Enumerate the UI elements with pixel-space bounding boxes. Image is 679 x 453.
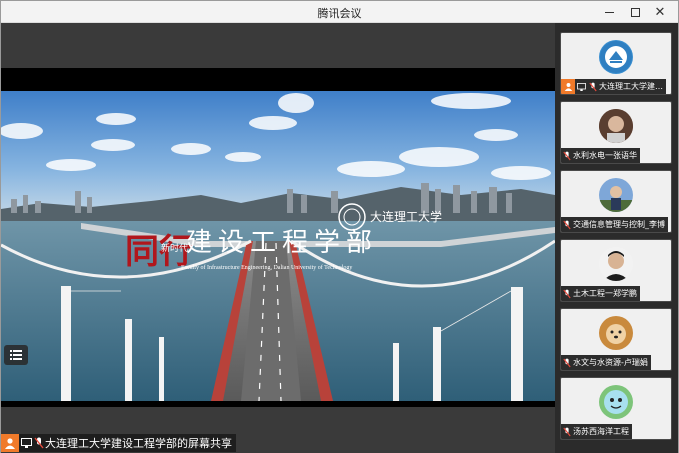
letterbox-top: [1, 68, 555, 91]
list-icon: [10, 350, 22, 360]
bridge-scene: 同行 新时代 建设工程学部 Faculty of Infrastructure …: [1, 91, 555, 401]
university-name: 大连理工大学: [370, 209, 442, 224]
participant-tile[interactable]: 交通信息管理与控制_李博: [560, 170, 672, 233]
host-user-icon: [561, 79, 575, 94]
participant-sidebar: 大连理工大学建… 水利水电一张语华 交通信息管理与控制_李博 土木工程一郑学鹏 …: [555, 23, 678, 453]
participant-avatar: [599, 109, 633, 143]
participant-tile[interactable]: 汤苏西海洋工程: [560, 377, 672, 440]
screen-share-label: 大连理工大学建设工程学部的屏幕共享: [1, 434, 236, 452]
minimize-icon: [604, 11, 614, 13]
maximize-icon: [630, 7, 640, 17]
participant-name: 土木工程一郑学鹏: [573, 289, 637, 298]
participant-avatar: [599, 316, 633, 350]
screen-share-text: 大连理工大学建设工程学部的屏幕共享: [45, 437, 232, 450]
participant-name: 大连理工大学建…: [599, 82, 663, 91]
shared-video-frame: 同行 新时代 建设工程学部 Faculty of Infrastructure …: [1, 91, 555, 401]
mic-muted-icon: [561, 424, 573, 439]
video-heading: 建设工程学部: [186, 228, 378, 258]
close-button[interactable]: ✕: [648, 1, 672, 23]
participant-tile[interactable]: 水文与水资源-卢瑞娟: [560, 308, 672, 371]
participant-label: 水利水电一张语华: [561, 148, 640, 163]
participant-label: 交通信息管理与控制_李博: [561, 217, 668, 232]
participant-label: 大连理工大学建…: [561, 79, 666, 94]
list-menu-button[interactable]: [4, 345, 28, 365]
participant-name: 汤苏西海洋工程: [573, 427, 629, 436]
logo-small-text: 新时代: [161, 242, 188, 253]
mic-muted-icon: [561, 286, 573, 301]
participant-tile[interactable]: 土木工程一郑学鹏: [560, 239, 672, 302]
screen-share-icon: [575, 79, 587, 94]
letterbox-bottom: [1, 401, 555, 407]
window-title: 腾讯会议: [317, 7, 362, 20]
title-bar: 腾讯会议 ✕: [1, 1, 678, 23]
participant-tile[interactable]: 水利水电一张语华: [560, 101, 672, 164]
app-window: 腾讯会议 ✕ 同行 新时代 建设工程学部 Faculty of Infrastr…: [0, 0, 679, 453]
participant-avatar: [599, 247, 633, 281]
mic-muted-icon: [33, 434, 45, 452]
participant-name: 水文与水资源-卢瑞娟: [573, 358, 648, 367]
participant-label: 土木工程一郑学鹏: [561, 286, 640, 301]
maximize-button[interactable]: [623, 1, 647, 23]
participant-name: 交通信息管理与控制_李博: [573, 220, 665, 229]
participant-avatar: [599, 178, 633, 212]
screen-share-icon: [19, 434, 33, 452]
minimize-button[interactable]: [597, 1, 621, 23]
participant-label: 汤苏西海洋工程: [561, 424, 632, 439]
participant-name: 水利水电一张语华: [573, 151, 637, 160]
university-logo-avatar: [599, 40, 633, 74]
mic-muted-icon: [587, 79, 599, 94]
mic-muted-icon: [561, 355, 573, 370]
close-icon: ✕: [654, 4, 666, 20]
participant-avatar: [599, 385, 633, 419]
participant-label: 水文与水资源-卢瑞娟: [561, 355, 651, 370]
video-subtitle: Faculty of Infrastructure Engineering, D…: [181, 264, 352, 271]
user-icon: [1, 434, 19, 452]
shared-screen-area: 同行 新时代 建设工程学部 Faculty of Infrastructure …: [1, 23, 555, 453]
mic-muted-icon: [561, 217, 573, 232]
mic-muted-icon: [561, 148, 573, 163]
participant-tile[interactable]: 大连理工大学建…: [560, 32, 672, 95]
